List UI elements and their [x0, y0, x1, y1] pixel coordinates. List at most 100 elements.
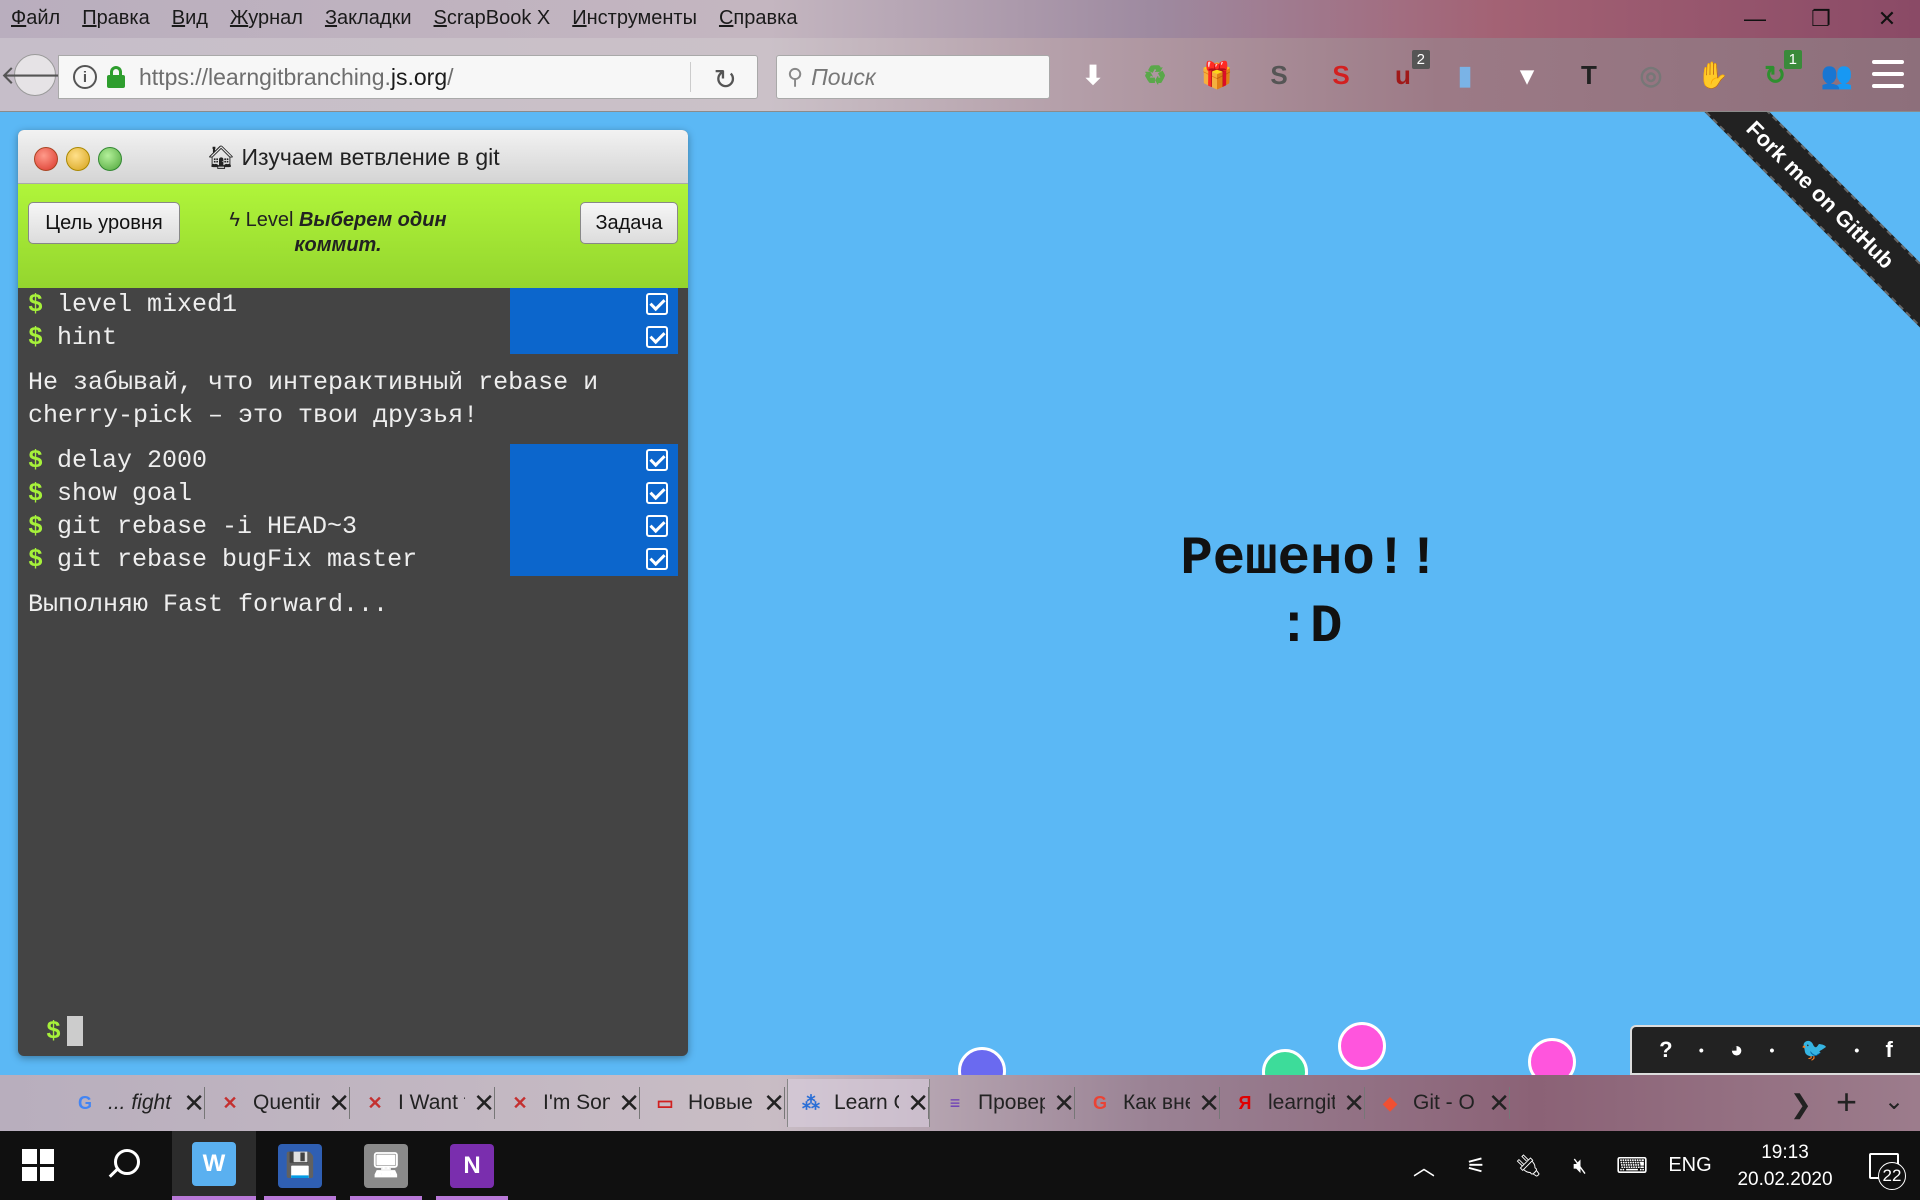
sync-icon[interactable]: ↻ 1	[1752, 50, 1802, 98]
task-button[interactable]: Задача	[580, 202, 678, 244]
bolt-icon: ϟ	[229, 209, 241, 231]
commit-node-pink-2[interactable]	[1528, 1038, 1576, 1075]
browser-tab[interactable]: ✕ I'm Son ✕	[497, 1079, 640, 1127]
new-tab-button[interactable]: +	[1836, 1081, 1857, 1123]
checkbox-checked-icon	[646, 293, 668, 315]
taskbar-search-icon[interactable]	[104, 1147, 140, 1181]
menu-item-4[interactable]: Закладки	[314, 0, 423, 38]
facebook-icon[interactable]: f	[1886, 1037, 1893, 1063]
tab-close-icon[interactable]: ✕	[1343, 1088, 1365, 1119]
menu-item-1[interactable]: Правка	[71, 0, 161, 38]
tab-close-icon[interactable]: ✕	[618, 1088, 640, 1119]
onenote-app[interactable]: N	[430, 1131, 514, 1200]
commit-node-green-2[interactable]	[1262, 1049, 1308, 1075]
text-cursor	[67, 1016, 84, 1046]
notification-center[interactable]: 22	[1848, 1131, 1920, 1200]
floppy-app[interactable]: 💾	[258, 1131, 342, 1200]
back-button[interactable]: 🡐	[0, 54, 70, 96]
tab-favicon-icon: ⁂	[802, 1092, 820, 1113]
minimize-window-button[interactable]: —	[1722, 0, 1788, 38]
commit-node-pink[interactable]	[1338, 1022, 1386, 1070]
clock[interactable]: 19:13 20.02.2020	[1722, 1139, 1848, 1193]
menu-item-0[interactable]: Файл	[0, 0, 71, 38]
tab-close-icon[interactable]: ✕	[473, 1088, 495, 1119]
search-bar[interactable]: ⚲ Поиск	[776, 55, 1050, 99]
hand-icon[interactable]: ✋	[1690, 52, 1736, 98]
notification-count: 22	[1878, 1162, 1906, 1190]
menu-item-7[interactable]: Справка	[708, 0, 808, 38]
menu-item-3[interactable]: Журнал	[219, 0, 314, 38]
browser-tab[interactable]: G ... fight ✕	[62, 1079, 205, 1127]
close-window-button[interactable]: ✕	[1854, 0, 1920, 38]
windows-taskbar: W 💾 🖥 N ︿ ⚟ 🔌︎ 🔇︎ ⌨ ENG 19:13 20.02.2020 22	[0, 1131, 1920, 1200]
t-extension-icon[interactable]: T	[1566, 52, 1612, 98]
dropdown-icon[interactable]: ▾	[1504, 52, 1550, 98]
social-panel: ? • ◕ • 🐦 • f	[1630, 1025, 1920, 1075]
menu-item-5[interactable]: ScrapBook X	[423, 0, 562, 38]
language-indicator[interactable]: ENG	[1658, 1154, 1722, 1177]
command-text: delay 2000	[57, 446, 208, 475]
badge-count: 1	[1783, 50, 1802, 69]
tab-close-icon[interactable]: ✕	[183, 1088, 205, 1119]
fork-me-ribbon[interactable]: Fork me on GitHub	[1676, 112, 1920, 339]
hamburger-menu-icon[interactable]	[1872, 60, 1904, 88]
reload-icon[interactable]: ↻	[714, 63, 737, 96]
globe-icon[interactable]: ◕	[1730, 1037, 1743, 1063]
tab-close-icon[interactable]: ✕	[763, 1088, 785, 1119]
twitter-icon[interactable]: 🐦	[1801, 1037, 1828, 1063]
terminal-titlebar[interactable]: 🏠︎ Изучаем ветвление в git	[18, 130, 688, 184]
url-bar[interactable]: i https://learngitbranching.js.org/ ↻	[58, 55, 758, 99]
tab-list-icon[interactable]: ⌄	[1884, 1087, 1904, 1116]
tab-close-icon[interactable]: ✕	[1198, 1088, 1220, 1119]
system-tray: ︿ ⚟ 🔌︎ 🔇︎ ⌨ ENG 19:13 20.02.2020 22	[1398, 1131, 1920, 1200]
command-text: level mixed1	[57, 290, 238, 319]
browser-tab[interactable]: G Как вне ✕	[1077, 1079, 1220, 1127]
browser-tab[interactable]: ≡ Провер ✕	[932, 1079, 1075, 1127]
browser-tab[interactable]: ▭ Новые ✕	[642, 1079, 785, 1127]
checkbox-checked-icon	[646, 449, 668, 471]
globe-icon[interactable]: ◎	[1628, 52, 1674, 98]
browser-tab[interactable]: ✕ Quentin ✕	[207, 1079, 350, 1127]
recycle-icon[interactable]: ♻	[1132, 52, 1178, 98]
computer-app[interactable]: 🖥	[344, 1131, 428, 1200]
tab-close-icon[interactable]: ✕	[1488, 1088, 1510, 1119]
command-line: $ git rebase -i HEAD~3	[18, 510, 688, 543]
tab-label: learngit	[1268, 1091, 1336, 1114]
s-extension-icon[interactable]: S	[1256, 52, 1302, 98]
browser-tab[interactable]: ⁂ Learn G ✕	[787, 1079, 930, 1127]
command-line: $ delay 2000	[18, 444, 688, 477]
menu-item-2[interactable]: Вид	[161, 0, 219, 38]
tab-close-icon[interactable]: ✕	[1053, 1088, 1075, 1119]
gift-icon[interactable]: 🎁	[1194, 52, 1240, 98]
ublock-icon[interactable]: u2	[1380, 50, 1430, 98]
commit-node-blue[interactable]	[958, 1047, 1006, 1075]
s-red-extension-icon[interactable]: S	[1318, 52, 1364, 98]
keyboard-icon[interactable]: ⌨	[1606, 1153, 1658, 1179]
download-icon[interactable]: ⬇	[1070, 52, 1116, 98]
windows-start-icon[interactable]	[22, 1149, 54, 1181]
info-icon[interactable]: i	[73, 65, 97, 89]
menu-item-6[interactable]: Инструменты	[561, 0, 708, 38]
navigation-toolbar: 🡐 i https://learngitbranching.js.org/ ↻ …	[0, 38, 1920, 112]
tab-close-icon[interactable]: ✕	[907, 1088, 929, 1119]
help-icon[interactable]: ?	[1659, 1037, 1672, 1063]
tab-scroll-right-icon[interactable]: ❯	[1790, 1089, 1812, 1120]
lock-icon[interactable]	[107, 66, 125, 88]
command-text: git rebase bugFix master	[57, 545, 418, 574]
level-goal-button[interactable]: Цель уровня	[28, 202, 180, 244]
people-icon[interactable]: 👥	[1814, 52, 1860, 98]
battery-icon[interactable]: 🔌︎	[1502, 1153, 1554, 1179]
chevron-up-icon[interactable]: ︿	[1398, 1150, 1450, 1182]
browser-tab[interactable]: ◆ Git - O ✕	[1367, 1079, 1510, 1127]
browser-tab[interactable]: ✕ I Want t ✕	[352, 1079, 495, 1127]
browser-tab[interactable]: Яlearngit ✕	[1222, 1079, 1365, 1127]
waterfox-app[interactable]: W	[172, 1131, 256, 1200]
tab-close-icon[interactable]: ✕	[328, 1088, 350, 1119]
restore-window-button[interactable]: ❐	[1788, 0, 1854, 38]
volume-muted-icon[interactable]: 🔇︎	[1554, 1153, 1606, 1179]
bookmark-icon[interactable]: ▮	[1442, 52, 1488, 98]
wifi-icon[interactable]: ⚟	[1450, 1153, 1502, 1179]
command-input[interactable]: $	[46, 1016, 84, 1046]
page-content: Fork me on GitHub 🏠︎ Изучаем ветвление в …	[0, 112, 1920, 1075]
url-text[interactable]: https://learngitbranching.js.org/	[139, 64, 454, 91]
